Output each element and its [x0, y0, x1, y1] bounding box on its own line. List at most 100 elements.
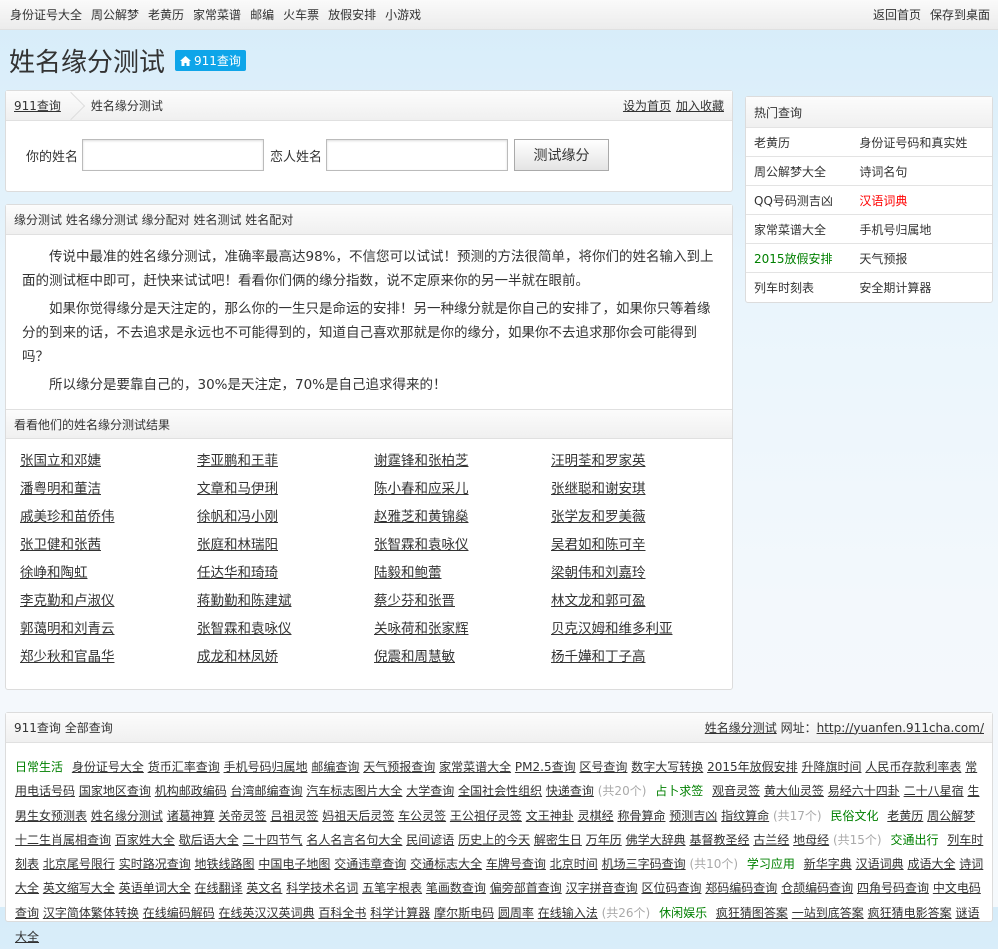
result-pair-link[interactable]: 李亚鹏和王菲	[197, 453, 278, 469]
hot-query-link[interactable]: 汉语词典	[851, 185, 992, 215]
top-nav-link[interactable]: 家常菜谱	[193, 8, 241, 22]
query-link[interactable]: 升降旗时间	[801, 760, 861, 774]
query-link[interactable]: 百科全书	[318, 906, 366, 920]
query-link[interactable]: 国家地区查询	[79, 784, 151, 798]
query-link[interactable]: 交通违章查询	[334, 857, 406, 871]
query-link[interactable]: 邮编查询	[311, 760, 359, 774]
query-link[interactable]: 文王神卦	[526, 809, 574, 823]
query-link[interactable]: 货币汇率查询	[148, 760, 220, 774]
query-link[interactable]: 汉字简体繁体转换	[43, 906, 139, 920]
query-link[interactable]: 数字大写转换	[631, 760, 703, 774]
result-pair-link[interactable]: 张学友和罗美薇	[551, 509, 646, 525]
query-link[interactable]: 在线输入法	[538, 906, 598, 920]
top-nav-link[interactable]: 身份证号大全	[10, 8, 82, 22]
hot-query-link[interactable]: 安全期计算器	[851, 272, 992, 302]
query-link[interactable]: 北京时间	[550, 857, 598, 871]
test-submit-button[interactable]: 测试缘分	[514, 139, 610, 171]
query-link[interactable]: 在线英汉汉英词典	[219, 906, 315, 920]
result-pair-link[interactable]: 潘粤明和董洁	[20, 481, 101, 497]
result-pair-link[interactable]: 李克勤和卢淑仪	[20, 593, 115, 609]
query-link[interactable]: 区号查询	[579, 760, 627, 774]
result-pair-link[interactable]: 成龙和林凤娇	[197, 649, 278, 665]
result-pair-link[interactable]: 郭蔼明和刘青云	[20, 621, 115, 637]
query-link[interactable]: 四角号码查询	[857, 881, 929, 895]
result-pair-link[interactable]: 张继聪和谢安琪	[551, 481, 646, 497]
query-link[interactable]: 百家姓大全	[115, 833, 175, 847]
result-pair-link[interactable]: 梁朝伟和刘嘉玲	[551, 565, 646, 581]
query-link[interactable]: 解密生日	[534, 833, 582, 847]
query-link[interactable]: 预测吉凶	[669, 809, 717, 823]
hot-query-link[interactable]: 2015放假安排	[746, 243, 852, 273]
query-link[interactable]: 科学技术名词	[286, 881, 358, 895]
hot-query-link[interactable]: 列车时刻表	[746, 272, 852, 302]
query-link[interactable]: 基督教圣经	[689, 833, 749, 847]
query-link[interactable]: 万年历	[586, 833, 622, 847]
result-pair-link[interactable]: 张卫健和张茜	[20, 537, 101, 553]
query-link[interactable]: 一站到底答案	[792, 906, 864, 920]
hot-query-link[interactable]: 手机号归属地	[851, 214, 992, 244]
query-link[interactable]: 全国社会性组织	[458, 784, 542, 798]
query-link[interactable]: 黄大仙灵签	[764, 784, 824, 798]
top-nav-link[interactable]: 老黄历	[148, 8, 184, 22]
bookmark-link[interactable]: 加入收藏	[676, 97, 724, 114]
result-pair-link[interactable]: 汪明荃和罗家英	[551, 453, 646, 469]
result-pair-link[interactable]: 徐峥和陶虹	[20, 565, 88, 581]
result-pair-link[interactable]: 蔡少芬和张晋	[374, 593, 455, 609]
query-link[interactable]: 二十八星宿	[904, 784, 964, 798]
top-nav-link[interactable]: 邮编	[250, 8, 274, 22]
hot-query-link[interactable]: 天气预报	[851, 243, 992, 273]
query-link[interactable]: 天气预报查询	[363, 760, 435, 774]
query-link[interactable]: 妈祖天后灵签	[322, 809, 394, 823]
query-link[interactable]: 地铁线路图	[195, 857, 255, 871]
query-link[interactable]: 地母经	[793, 833, 829, 847]
result-pair-link[interactable]: 贝克汉姆和维多利亚	[551, 621, 673, 637]
query-link[interactable]: 英文缩写大全	[43, 881, 115, 895]
set-homepage-link[interactable]: 设为首页	[623, 97, 671, 114]
home-badge-link[interactable]: 911查询	[175, 50, 246, 71]
result-pair-link[interactable]: 戚美珍和苗侨伟	[20, 509, 115, 525]
result-pair-link[interactable]: 张智霖和袁咏仪	[374, 537, 469, 553]
site-name-link[interactable]: 姓名缘分测试	[705, 719, 777, 736]
query-link[interactable]: 身份证号大全	[72, 760, 144, 774]
hot-query-link[interactable]: 诗词名句	[851, 156, 992, 186]
query-link[interactable]: 二十四节气	[243, 833, 303, 847]
query-link[interactable]: 快递查询	[546, 784, 594, 798]
result-pair-link[interactable]: 谢霆锋和张柏芝	[374, 453, 469, 469]
query-link[interactable]: 偏旁部首查询	[490, 881, 562, 895]
query-link[interactable]: 诸葛神算	[167, 809, 215, 823]
top-nav-link[interactable]: 火车票	[283, 8, 319, 22]
query-link[interactable]: 指纹算命	[721, 809, 769, 823]
query-link[interactable]: 疯狂猜图答案	[716, 906, 788, 920]
query-link[interactable]: 王公祖仔灵签	[450, 809, 522, 823]
query-link[interactable]: 摩尔斯电码	[434, 906, 494, 920]
query-link[interactable]: 易经六十四卦	[828, 784, 900, 798]
top-nav-link[interactable]: 周公解梦	[91, 8, 139, 22]
top-nav-link[interactable]: 小游戏	[385, 8, 421, 22]
query-link[interactable]: 仓颉编码查询	[781, 881, 853, 895]
result-pair-link[interactable]: 徐帆和冯小刚	[197, 509, 278, 525]
query-link[interactable]: 新华字典	[804, 857, 852, 871]
query-link[interactable]: 北京尾号限行	[43, 857, 115, 871]
result-pair-link[interactable]: 蒋勤勤和陈建斌	[197, 593, 292, 609]
query-link[interactable]: 历史上的今天	[458, 833, 530, 847]
hot-query-link[interactable]: 家常菜谱大全	[746, 214, 852, 244]
query-link[interactable]: 圆周率	[498, 906, 534, 920]
query-link[interactable]: 实时路况查询	[119, 857, 191, 871]
query-link[interactable]: 姓名缘分测试	[91, 809, 163, 823]
hot-query-link[interactable]: 身份证号码和真实姓	[851, 127, 992, 157]
result-pair-link[interactable]: 陈小春和应采儿	[374, 481, 469, 497]
query-link[interactable]: 汉语词典	[856, 857, 904, 871]
query-link[interactable]: 关帝灵签	[219, 809, 267, 823]
query-link[interactable]: 民间谚语	[406, 833, 454, 847]
hot-query-link[interactable]: QQ号码测吉凶	[746, 185, 852, 215]
query-link[interactable]: 吕祖灵签	[270, 809, 318, 823]
query-link[interactable]: 古兰经	[753, 833, 789, 847]
result-pair-link[interactable]: 吴君如和陈可辛	[551, 537, 646, 553]
result-pair-link[interactable]: 任达华和琦琦	[197, 565, 278, 581]
query-link[interactable]: 科学计算器	[370, 906, 430, 920]
query-link[interactable]: 歇后语大全	[179, 833, 239, 847]
query-link[interactable]: 在线编码解码	[143, 906, 215, 920]
query-link[interactable]: 交通标志大全	[410, 857, 482, 871]
query-link[interactable]: 灵棋经	[578, 809, 614, 823]
query-link[interactable]: 汽车标志图片大全	[306, 784, 402, 798]
